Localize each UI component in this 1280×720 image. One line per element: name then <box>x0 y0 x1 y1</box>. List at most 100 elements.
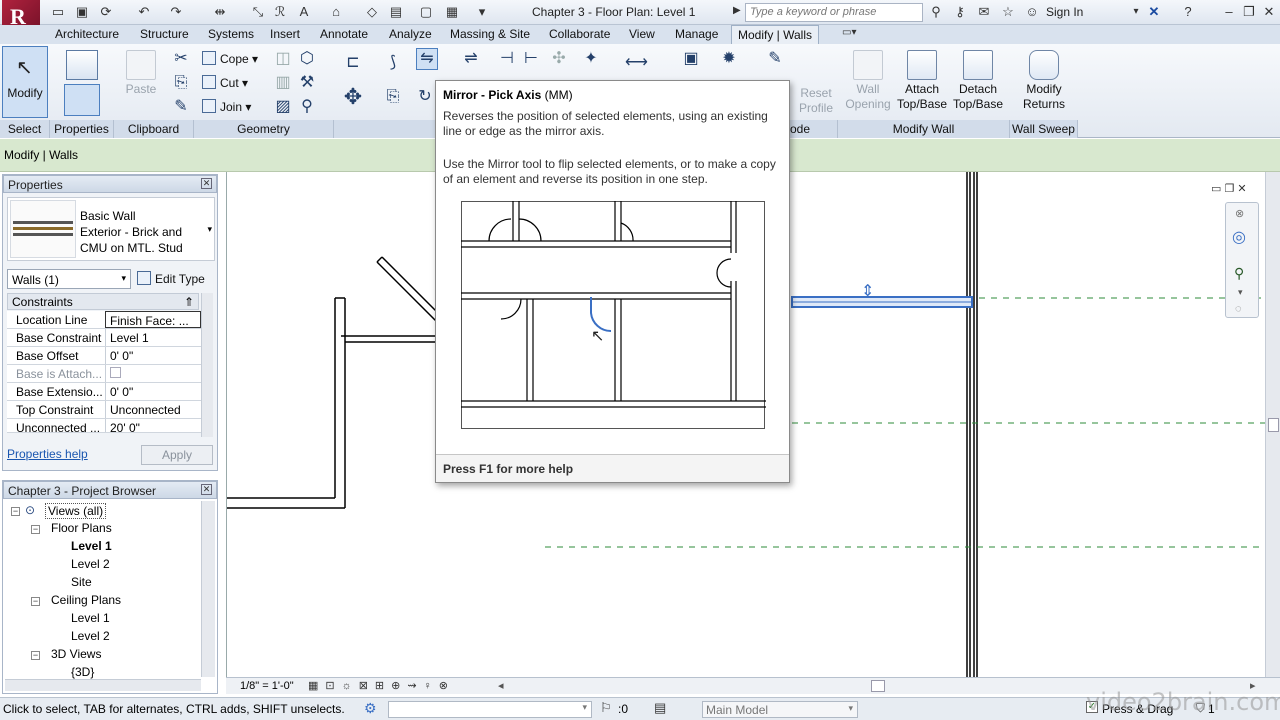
zoom-dropdown-icon[interactable]: ▾ <box>1238 287 1243 298</box>
panel-label-select[interactable]: Select <box>0 120 50 138</box>
remove-paint-icon[interactable]: ▨ <box>272 96 294 118</box>
communication-icon[interactable]: ✉ <box>976 4 992 20</box>
tree-node-level-2[interactable]: Level 2 <box>71 557 110 571</box>
collapse-floor-plans-icon[interactable]: − <box>31 525 40 534</box>
create-group-icon[interactable]: ▣ <box>680 48 702 70</box>
sign-in-link[interactable]: Sign In <box>1046 5 1083 19</box>
design-options-icon[interactable]: ▤ <box>654 700 666 716</box>
search-input[interactable]: Type a keyword or phrase <box>745 3 923 22</box>
zoom-region-icon[interactable]: ⚲ <box>1234 265 1244 282</box>
tab-insert[interactable]: Insert <box>270 25 300 44</box>
steering-wheel-icon[interactable]: ◎ <box>1232 227 1246 247</box>
tag-icon[interactable]: ℛ <box>272 4 288 20</box>
tree-node-3d[interactable]: {3D} <box>71 665 94 679</box>
subscription-icon[interactable]: ⚷ <box>952 4 968 20</box>
tree-node-3d-views[interactable]: 3D Views <box>51 647 101 661</box>
sync-icon[interactable]: ⟳ <box>98 4 114 20</box>
workset-select[interactable]: ▾ <box>388 701 592 718</box>
hide-lightbulb-icon[interactable]: ✦ <box>580 48 602 70</box>
measure-icon[interactable]: ⇹ <box>212 4 228 20</box>
wall-line[interactable] <box>376 261 438 323</box>
canvas-vertical-scrollbar[interactable] <box>1265 172 1280 677</box>
wall-line[interactable] <box>376 256 383 263</box>
copy-icon[interactable]: ⎘ <box>170 72 192 94</box>
instance-filter-select[interactable]: Walls (1) ▾ <box>7 269 131 289</box>
3d-view-icon[interactable]: ⌂ <box>328 4 344 20</box>
align-icon[interactable]: ⊏ <box>342 52 364 74</box>
move-icon[interactable]: ✥ <box>342 86 364 108</box>
flip-arrows-icon[interactable]: ⇕ <box>861 281 874 300</box>
tree-node-level-1[interactable]: Level 1 <box>71 539 112 553</box>
property-row[interactable]: Base Extensio... 0' 0" <box>7 383 201 401</box>
tab-manage[interactable]: Manage <box>675 25 718 44</box>
paint-icon[interactable]: ▥ <box>272 72 294 94</box>
open-icon[interactable]: ▭ <box>50 4 66 20</box>
wall-line[interactable] <box>381 256 438 313</box>
worksets-icon[interactable]: ⚙ <box>364 700 377 717</box>
tree-node-floor-plans[interactable]: Floor Plans <box>51 521 112 535</box>
modify-returns-button[interactable]: Modify Returns <box>1014 50 1074 112</box>
measure-tool-icon[interactable]: ⟷ <box>624 52 648 74</box>
customize-qat-icon[interactable]: ▾ <box>474 4 490 20</box>
properties-help-link[interactable]: Properties help <box>7 447 88 461</box>
tab-structure[interactable]: Structure <box>140 25 189 44</box>
detach-top-base-button[interactable]: Detach Top/Base <box>950 50 1006 112</box>
switch-windows-icon[interactable]: ▦ <box>444 4 460 20</box>
close-icon[interactable]: ✕ <box>1260 3 1278 21</box>
tab-collaborate[interactable]: Collaborate <box>549 25 610 44</box>
split-icon[interactable]: ⊢ <box>520 48 542 70</box>
tree-node-views-all[interactable]: Views (all) <box>45 503 107 519</box>
panel-label-modify[interactable] <box>334 120 438 138</box>
offset-icon[interactable]: ⟆ <box>382 52 404 74</box>
tab-analyze[interactable]: Analyze <box>389 25 432 44</box>
mirror-pick-axis-button[interactable]: ⇋ <box>416 48 438 70</box>
cut-scissors-icon[interactable]: ✂ <box>170 48 192 70</box>
unjoin-icon[interactable]: ⚲ <box>296 96 318 118</box>
property-value[interactable]: 0' 0" <box>105 383 201 400</box>
tab-view[interactable]: View <box>629 25 655 44</box>
cut-button[interactable]: Cut ▾ <box>202 75 248 90</box>
create-similar-icon[interactable]: ✹ <box>718 48 740 70</box>
tree-node-ceiling-level-1[interactable]: Level 1 <box>71 611 110 625</box>
properties-scrollbar[interactable] <box>201 293 213 437</box>
collapse-3d-views-icon[interactable]: − <box>31 651 40 660</box>
view-control-icons[interactable]: ▦⊡☼⊠⊞⊕⇝♀⊗ <box>308 679 455 692</box>
property-row[interactable]: Base Offset 0' 0" <box>7 347 201 365</box>
save-icon[interactable]: ▣ <box>74 4 90 20</box>
panel-label-wall-sweep[interactable]: Wall Sweep <box>1010 120 1078 138</box>
tree-node-ceiling-plans[interactable]: Ceiling Plans <box>51 593 121 607</box>
tree-node-site[interactable]: Site <box>71 575 92 589</box>
demolish-icon[interactable]: ⚒ <box>296 72 318 94</box>
properties-close-icon[interactable]: ✕ <box>201 178 212 189</box>
browser-close-icon[interactable]: ✕ <box>201 484 212 495</box>
browser-horizontal-scrollbar[interactable] <box>5 679 201 691</box>
sign-in-dropdown-icon[interactable]: ▾ <box>1128 4 1144 20</box>
property-value[interactable]: 0' 0" <box>105 347 201 364</box>
panel-label-clipboard[interactable]: Clipboard <box>114 120 194 138</box>
vertical-scroll-thumb[interactable] <box>1268 418 1279 432</box>
copy-element-icon[interactable]: ⎘ <box>382 86 404 108</box>
navigation-bar[interactable]: ⊗ ◎ ⚲ ▾ ◌ <box>1225 202 1259 318</box>
property-row[interactable]: Top Constraint Unconnected <box>7 401 201 419</box>
property-row[interactable]: Location Line Finish Face: ... <box>7 311 201 329</box>
minimize-icon[interactable]: – <box>1220 3 1238 21</box>
pin-icon[interactable]: ✣ <box>548 48 570 70</box>
edit-type-button[interactable]: Edit Type <box>137 271 205 286</box>
constraints-section[interactable]: Constraints ⇑ <box>7 293 199 310</box>
tab-annotate[interactable]: Annotate <box>320 25 368 44</box>
scroll-left-icon[interactable]: ◂ <box>498 679 504 692</box>
thin-lines-icon[interactable]: ▤ <box>388 4 404 20</box>
restore-icon[interactable]: ❐ <box>1240 3 1258 21</box>
design-option-select[interactable]: Main Model ▾ <box>702 701 858 718</box>
browser-vertical-scrollbar[interactable] <box>201 501 215 677</box>
attach-top-base-button[interactable]: Attach Top/Base <box>896 50 948 112</box>
cope-button[interactable]: Cope ▾ <box>202 51 258 66</box>
property-row[interactable]: Unconnected ... 20' 0" <box>7 419 201 433</box>
horizontal-scroll-thumb[interactable] <box>871 680 885 692</box>
panel-label-mode[interactable]: ode <box>788 120 838 138</box>
panel-label-modify-wall[interactable]: Modify Wall <box>838 120 1010 138</box>
text-icon[interactable]: A <box>296 4 312 20</box>
properties-toggle-icon[interactable] <box>64 84 100 116</box>
nav-settings-icon[interactable]: ◌ <box>1235 303 1242 315</box>
mirror-draw-axis-icon[interactable]: ⇌ <box>460 48 482 70</box>
